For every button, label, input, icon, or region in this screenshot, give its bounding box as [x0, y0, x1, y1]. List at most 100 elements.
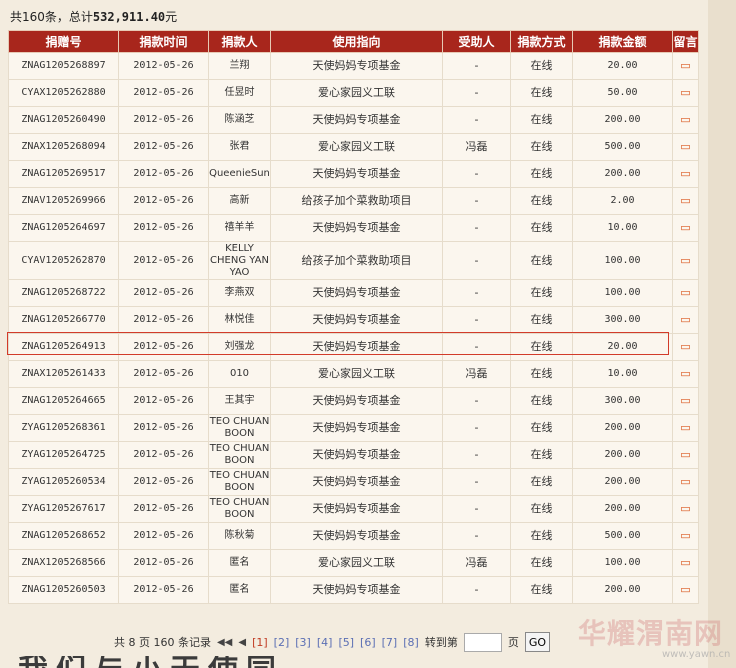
- cell-recipient: -: [442, 214, 511, 242]
- speech-bubble-icon[interactable]: ▭: [680, 367, 690, 380]
- cell-recipient: -: [442, 333, 511, 361]
- cell-donation-time: 2012-05-26: [118, 333, 209, 361]
- cell-donation-time: 2012-05-26: [118, 306, 209, 334]
- page-link-1[interactable]: [1]: [252, 636, 268, 649]
- cell-purpose: 爱心家园义工联: [270, 133, 443, 161]
- cell-method: 在线: [510, 106, 573, 134]
- cell-amount: 20.00: [572, 52, 673, 80]
- speech-bubble-icon[interactable]: ▭: [680, 140, 690, 153]
- cell-purpose: 天使妈妈专项基金: [270, 306, 443, 334]
- speech-bubble-icon[interactable]: ▭: [680, 529, 690, 542]
- cell-purpose: 天使妈妈专项基金: [270, 214, 443, 242]
- speech-bubble-icon[interactable]: ▭: [680, 113, 690, 126]
- summary-suffix: 元: [165, 10, 178, 24]
- cell-purpose: 天使妈妈专项基金: [270, 52, 443, 80]
- speech-bubble-icon[interactable]: ▭: [680, 221, 690, 234]
- pagination: 共 8 页 160 条记录 ◀◀ ◀ [1] [2] [3] [4] [5] […: [114, 632, 551, 652]
- cell-recipient: -: [442, 306, 511, 334]
- cell-donor: 匿名: [208, 549, 271, 577]
- page-link-8[interactable]: [8]: [403, 636, 419, 649]
- cell-method: 在线: [510, 79, 573, 107]
- cell-message: ▭: [672, 306, 699, 334]
- page-link-6[interactable]: [6]: [360, 636, 376, 649]
- cell-donor: 陈秋菊: [208, 522, 271, 550]
- cell-method: 在线: [510, 549, 573, 577]
- table-row: ZNAG1205268722 2012-05-26 李燕双 天使妈妈专项基金 - 在线 10…: [8, 279, 699, 307]
- cell-method: 在线: [510, 160, 573, 188]
- cell-method: 在线: [510, 576, 573, 604]
- speech-bubble-icon[interactable]: ▭: [680, 421, 690, 434]
- cell-donation-time: 2012-05-26: [118, 576, 209, 604]
- speech-bubble-icon[interactable]: ▭: [680, 502, 690, 515]
- cell-donor: TEO CHUAN BOON: [208, 441, 271, 469]
- go-button[interactable]: GO: [524, 632, 551, 652]
- cell-purpose: 天使妈妈专项基金: [270, 576, 443, 604]
- goto-page-input[interactable]: [463, 632, 502, 652]
- cell-purpose: 天使妈妈专项基金: [270, 414, 443, 442]
- cell-message: ▭: [672, 441, 699, 469]
- cell-amount: 50.00: [572, 79, 673, 107]
- speech-bubble-icon[interactable]: ▭: [680, 340, 690, 353]
- table-row: ZNAG1205260490 2012-05-26 陈涵芝 天使妈妈专项基金 - 在线 20…: [8, 106, 699, 134]
- cell-amount: 500.00: [572, 522, 673, 550]
- cell-message: ▭: [672, 360, 699, 388]
- cell-amount: 10.00: [572, 214, 673, 242]
- cell-recipient: 冯磊: [442, 549, 511, 577]
- cell-donation-time: 2012-05-26: [118, 133, 209, 161]
- first-page-icon[interactable]: ◀◀: [217, 637, 232, 648]
- cell-purpose: 天使妈妈专项基金: [270, 522, 443, 550]
- speech-bubble-icon[interactable]: ▭: [680, 448, 690, 461]
- table-row: ZNAG1205266770 2012-05-26 林悦佳 天使妈妈专项基金 - 在线 30…: [8, 306, 699, 334]
- cell-recipient: -: [442, 106, 511, 134]
- speech-bubble-icon[interactable]: ▭: [680, 59, 690, 72]
- page-link-7[interactable]: [7]: [382, 636, 398, 649]
- prev-page-icon[interactable]: ◀: [238, 637, 246, 648]
- table-row: ZYAG1205268361 2012-05-26 TEO CHUAN BOON 天使…: [8, 414, 699, 442]
- page-link-5[interactable]: [5]: [338, 636, 354, 649]
- speech-bubble-icon[interactable]: ▭: [680, 556, 690, 569]
- cell-purpose: 天使妈妈专项基金: [270, 495, 443, 523]
- page-link-4[interactable]: [4]: [317, 636, 333, 649]
- donation-summary: 共160条，总计532,911.40元: [10, 8, 177, 25]
- header-recipient: 受助人: [442, 30, 511, 53]
- cell-donor: 兰翔: [208, 52, 271, 80]
- cell-donation-time: 2012-05-26: [118, 241, 209, 280]
- table-row: ZNAV1205269966 2012-05-26 高新 给孩子加个菜救助项目 - 在线 2…: [8, 187, 699, 215]
- speech-bubble-icon[interactable]: ▭: [680, 86, 690, 99]
- cell-recipient: -: [442, 576, 511, 604]
- speech-bubble-icon[interactable]: ▭: [680, 167, 690, 180]
- header-donation-id: 捐赠号: [8, 30, 119, 53]
- speech-bubble-icon[interactable]: ▭: [680, 475, 690, 488]
- cell-amount: 2.00: [572, 187, 673, 215]
- speech-bubble-icon[interactable]: ▭: [680, 194, 690, 207]
- speech-bubble-icon[interactable]: ▭: [680, 394, 690, 407]
- speech-bubble-icon[interactable]: ▭: [680, 313, 690, 326]
- cell-donor: TEO CHUAN BOON: [208, 495, 271, 523]
- page-link-3[interactable]: [3]: [295, 636, 311, 649]
- speech-bubble-icon[interactable]: ▭: [680, 254, 690, 267]
- cell-recipient: 冯磊: [442, 360, 511, 388]
- cell-donation-id: CYAX1205262880: [8, 79, 119, 107]
- cell-donor: 李燕双: [208, 279, 271, 307]
- cell-message: ▭: [672, 522, 699, 550]
- table-row: ZNAG1205269517 2012-05-26 QueenieSun 天使妈妈专项…: [8, 160, 699, 188]
- right-edge-panel: [708, 0, 736, 668]
- cell-amount: 20.00: [572, 333, 673, 361]
- cell-donation-time: 2012-05-26: [118, 214, 209, 242]
- speech-bubble-icon[interactable]: ▭: [680, 583, 690, 596]
- speech-bubble-icon[interactable]: ▭: [680, 286, 690, 299]
- cell-recipient: -: [442, 414, 511, 442]
- cell-donor: 刘强龙: [208, 333, 271, 361]
- cell-donor: QueenieSun: [208, 160, 271, 188]
- cell-donation-id: ZNAV1205269966: [8, 187, 119, 215]
- cell-message: ▭: [672, 495, 699, 523]
- cell-method: 在线: [510, 333, 573, 361]
- cell-method: 在线: [510, 414, 573, 442]
- cell-purpose: 给孩子加个菜救助项目: [270, 187, 443, 215]
- cell-recipient: -: [442, 160, 511, 188]
- cell-message: ▭: [672, 106, 699, 134]
- cell-donor: 张君: [208, 133, 271, 161]
- page-link-2[interactable]: [2]: [274, 636, 290, 649]
- cell-donation-id: ZNAG1205264665: [8, 387, 119, 415]
- cell-donation-id: ZNAG1205264697: [8, 214, 119, 242]
